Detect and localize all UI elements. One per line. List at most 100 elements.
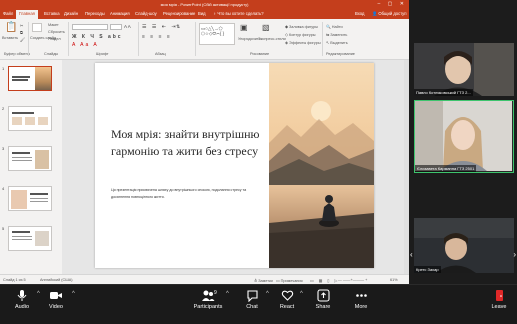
tab-transitions[interactable]: Переходы xyxy=(85,11,105,16)
text-direction-icon[interactable]: ⇅ xyxy=(176,24,180,30)
font-name-dropdown[interactable] xyxy=(72,24,108,30)
tell-me-search[interactable]: ♀ Что вы хотите сделать? xyxy=(213,11,264,16)
thumbnail-preview[interactable] xyxy=(8,146,52,171)
thumb-text-line xyxy=(12,160,32,161)
thumb-image xyxy=(35,231,49,246)
slide-meditation-image xyxy=(269,63,374,268)
more-label: More xyxy=(354,304,368,310)
participant-tile[interactable]: Кретс Захар xyxy=(414,218,514,273)
thumb-title-line xyxy=(30,193,48,195)
express-styles-icon[interactable]: ▧ xyxy=(262,24,270,32)
comments-button[interactable]: ▭ Примечания xyxy=(276,278,303,283)
ribbon-separator xyxy=(195,22,196,56)
reset-button[interactable]: Сбросить xyxy=(48,30,65,34)
tab-design[interactable]: Дизайн xyxy=(64,11,78,16)
format-painter-icon[interactable]: 🖌 xyxy=(20,37,25,43)
video-label: Video xyxy=(49,304,63,310)
font-color-icon[interactable]: A Aa A xyxy=(72,42,99,48)
leave-button[interactable]: Leave xyxy=(479,289,517,310)
share-label: Общий доступ xyxy=(378,11,407,16)
view-buttons[interactable]: ▭ ▦ ▯ ▷ xyxy=(310,278,339,283)
react-label: React xyxy=(279,304,295,310)
thumb-image xyxy=(38,117,48,125)
thumb-text-line xyxy=(30,201,48,202)
gallery-next-icon[interactable]: › xyxy=(513,250,516,259)
thumb-title-line xyxy=(12,231,30,233)
participants-button[interactable]: Participants xyxy=(188,289,228,310)
shapes-icon: ▭○△╲→⬠ ⬡☆◇⬭⌒{ } xyxy=(201,26,225,36)
participants-count-badge: 9 xyxy=(214,290,217,296)
thumbnail-preview[interactable] xyxy=(8,186,52,211)
share-button[interactable]: 👤 Общий доступ xyxy=(372,11,407,17)
more-button[interactable]: More xyxy=(341,289,381,310)
thumbnail-preview[interactable] xyxy=(8,66,52,91)
participant-tile-active-speaker[interactable]: Єлизавета Карманна ГТЗ 2501 xyxy=(414,100,514,173)
slide-body-text[interactable]: Ця презентація присвячена шляху до внутр… xyxy=(111,187,261,201)
shape-outline-button[interactable]: ◇ Контур фигуры xyxy=(285,32,316,37)
current-slide[interactable]: Моя мрія: знайти внутрішню гармонію та ж… xyxy=(95,63,374,268)
tab-animations[interactable]: Анимация xyxy=(110,11,130,16)
video-button[interactable]: Video xyxy=(36,289,76,310)
cut-icon[interactable]: ✂ xyxy=(20,23,23,29)
list-icons[interactable]: ☰ ☰ ⇤ ⇥ xyxy=(142,24,178,30)
section-button[interactable]: Раздел xyxy=(48,37,61,41)
font-grow-icon[interactable]: A A xyxy=(124,24,131,30)
leave-label: Leave xyxy=(491,304,507,310)
tab-slideshow[interactable]: Слайд-шоу xyxy=(135,11,157,16)
language-indicator[interactable]: Английский (США) xyxy=(40,278,73,282)
thumbnail-preview[interactable] xyxy=(8,106,52,131)
layout-button[interactable]: Макет xyxy=(48,23,59,27)
thumb-image xyxy=(11,190,27,209)
new-slide-icon[interactable] xyxy=(32,23,42,32)
shapes-gallery[interactable]: ▭○△╲→⬠ ⬡☆◇⬭⌒{ } xyxy=(199,23,235,45)
tab-home[interactable]: Главная xyxy=(16,10,38,19)
zoom-slider[interactable]: — ——+——— + xyxy=(338,278,367,282)
video-options-caret-icon[interactable]: ^ xyxy=(72,291,75,297)
share-screen-button[interactable]: Share xyxy=(303,289,343,310)
slide-title[interactable]: Моя мрія: знайти внутрішню гармонію та ж… xyxy=(111,126,261,160)
share-screen-icon xyxy=(316,289,330,302)
thumbnail-preview[interactable] xyxy=(8,226,52,251)
shape-fill-button[interactable]: ◆ Заливка фигуры xyxy=(285,24,318,29)
tab-review[interactable]: Рецензирование xyxy=(163,11,195,16)
tab-view[interactable]: Вид xyxy=(198,11,206,16)
gallery-prev-icon[interactable]: ‹ xyxy=(410,250,413,259)
select-button[interactable]: ↖ Выделить xyxy=(326,40,348,45)
find-label: Найти xyxy=(331,25,343,29)
participant-name: Кретс Захар xyxy=(414,266,441,273)
participant-gallery: Павло Котляковський ГТЗ 2... Єлизавета К… xyxy=(409,0,517,284)
font-size-dropdown[interactable] xyxy=(110,24,122,30)
ribbon-separator xyxy=(28,22,29,56)
find-button[interactable]: 🔍 Найти xyxy=(326,24,343,29)
align-icons[interactable]: ≡ ≡ ≡ ≡ xyxy=(142,34,172,40)
replace-button[interactable]: ⇆ Заменить xyxy=(326,32,347,37)
thumb-title-line xyxy=(12,112,34,114)
font-formatting-buttons[interactable]: Ж К Ч S abc xyxy=(72,34,123,40)
tab-insert[interactable]: Вставка xyxy=(44,11,60,16)
paste-label[interactable]: Вставить xyxy=(2,36,18,40)
notes-button[interactable]: ≜ Заметки xyxy=(254,278,273,283)
participant-tile[interactable]: Павло Котляковський ГТЗ 2... xyxy=(414,43,514,96)
participants-options-caret-icon[interactable]: ^ xyxy=(226,291,229,297)
slide-edit-area: Моя мрія: знайти внутрішню гармонію та ж… xyxy=(62,60,409,274)
group-drawing-label: Рисование xyxy=(250,52,270,56)
powerpoint-window: моя мрія - PowerPoint (Сбій активації пр… xyxy=(0,0,409,284)
zoom-level[interactable]: 61% xyxy=(390,278,398,282)
shape-effects-button[interactable]: ◈ Эффекты фигуры xyxy=(285,40,321,45)
heart-icon xyxy=(281,290,293,301)
shape-effects-label: Эффекты фигуры xyxy=(288,41,321,45)
slide-thumbnails-pane: 1 2 3 4 5 xyxy=(0,60,62,274)
tab-file[interactable]: Файл xyxy=(3,11,13,16)
copy-icon[interactable]: ⧉ xyxy=(20,30,23,36)
shape-outline-label: Контур фигуры xyxy=(288,33,316,37)
window-controls[interactable]: – ▢ ✕ xyxy=(378,1,407,7)
thumbnail-number: 4 xyxy=(2,186,5,191)
sign-in-link[interactable]: Вход xyxy=(355,11,364,16)
paste-icon[interactable]: 📋 xyxy=(5,23,17,33)
notes-label: Заметки xyxy=(258,279,273,283)
express-styles-label[interactable]: Экспресс-стили xyxy=(258,37,286,41)
group-slides-label: Слайды xyxy=(44,52,59,56)
comments-label: Примечания xyxy=(280,279,303,283)
participants-icon xyxy=(202,290,215,301)
arrange-icon[interactable]: ▣ xyxy=(240,24,248,32)
